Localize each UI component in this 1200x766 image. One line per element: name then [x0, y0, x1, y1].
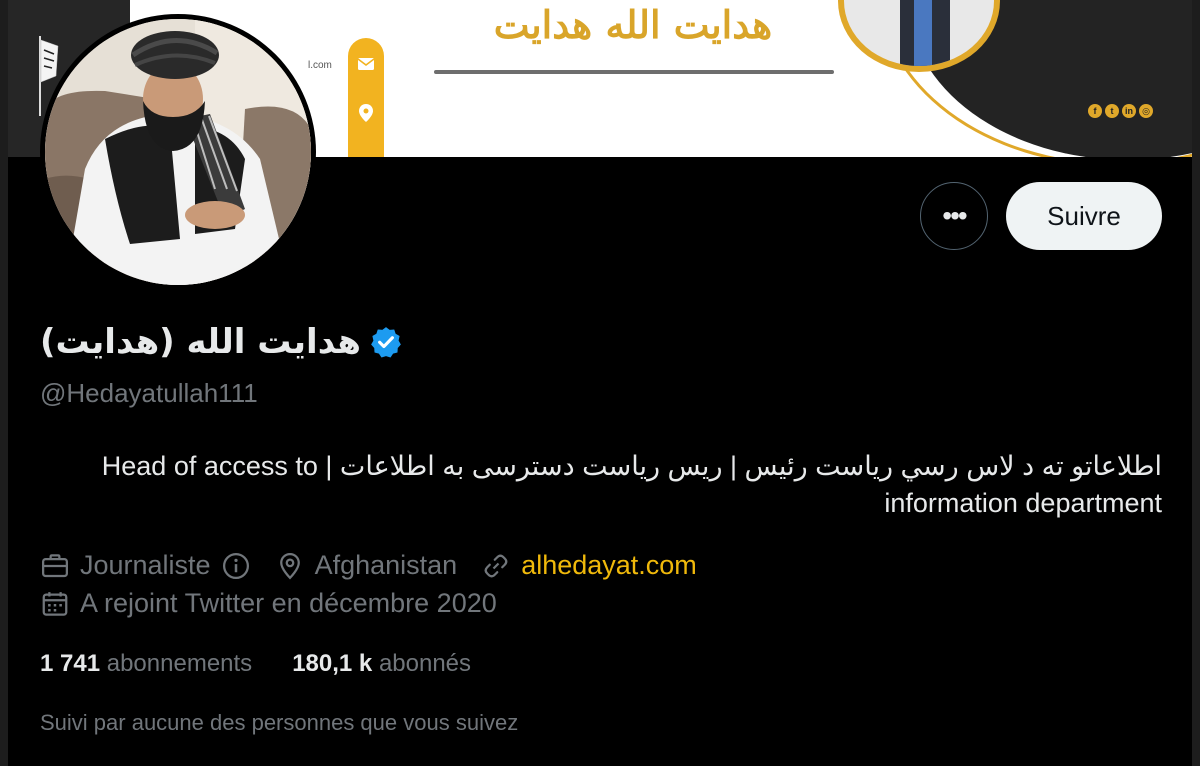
info-icon[interactable]: [221, 551, 251, 581]
display-name: هدايت الله (هدايت): [40, 322, 361, 362]
profile-handle: @Hedayatullah111: [40, 378, 258, 408]
website: alhedayat.com: [481, 550, 697, 581]
profile-name-row: هدايت الله (هدايت): [40, 322, 403, 362]
profession-label: Journaliste: [80, 550, 211, 580]
followers-count: 180,1 k: [292, 650, 373, 677]
followers-link[interactable]: 180,1 k abonnés: [292, 650, 471, 678]
following-label: abonnements: [106, 650, 253, 677]
facebook-icon: f: [1088, 104, 1102, 118]
window-frame-right: [1192, 0, 1200, 766]
bio-line-1: اطلاعاتو ته د لاس رسي رياست رئيس | ریس ر…: [101, 451, 1162, 481]
followers-label: abonnés: [378, 650, 472, 677]
following-count: 1 741: [40, 650, 101, 677]
follow-button[interactable]: Suivre: [1006, 182, 1162, 250]
banner-url-text: l.com: [308, 60, 332, 71]
location-label: Afghanistan: [314, 550, 458, 580]
profile-meta: Journaliste Afghanistan alhedayat.com: [40, 550, 721, 581]
avatar[interactable]: [40, 14, 316, 290]
instagram-icon: ◎: [1139, 104, 1153, 118]
avatar-photo: [45, 19, 311, 285]
banner-divider: [434, 70, 834, 74]
banner-social-icons: f t in ◎: [1088, 104, 1153, 118]
profession: Journaliste: [40, 550, 251, 581]
twitter-icon: t: [1105, 104, 1119, 118]
linkedin-icon: in: [1122, 104, 1136, 118]
location-icon: [348, 104, 384, 127]
profile-stats: 1 741 abonnements 180,1 k abonnés: [40, 650, 471, 678]
location-pin-icon: [279, 552, 300, 579]
banner-contact-strip: [348, 38, 384, 157]
location: Afghanistan: [275, 550, 458, 581]
link-icon: [484, 554, 508, 577]
join-date: A rejoint Twitter en décembre 2020: [40, 588, 497, 619]
bio-line-2: information department: [884, 488, 1162, 518]
calendar-icon: [42, 591, 68, 616]
followed-by-text: Suivi par aucune des personnes que vous …: [40, 710, 519, 735]
verified-badge-icon[interactable]: [369, 325, 403, 359]
briefcase-icon: [42, 553, 68, 577]
website-link[interactable]: alhedayat.com: [521, 550, 697, 581]
join-date-label: A rejoint Twitter en décembre 2020: [80, 588, 497, 618]
banner-title: هدايت الله هدايت: [493, 2, 773, 47]
following-link[interactable]: 1 741 abonnements: [40, 650, 252, 678]
profile-bio: اطلاعاتو ته د لاس رسي رياست رئيس | ریس ر…: [32, 448, 1162, 522]
mail-icon: [348, 56, 384, 76]
more-options-button[interactable]: •••: [920, 182, 988, 250]
window-frame-left: [0, 0, 8, 766]
